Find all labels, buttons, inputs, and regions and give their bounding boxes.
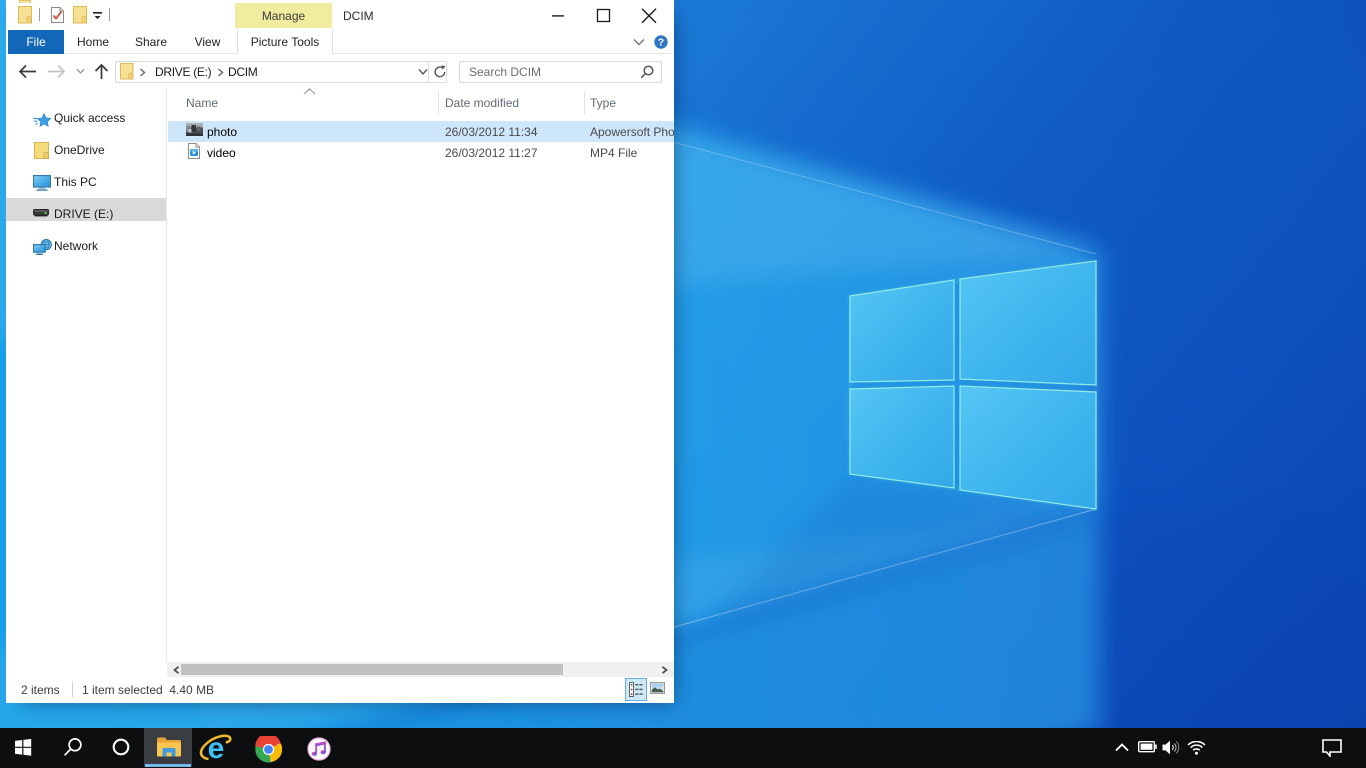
svg-text:?: ? <box>658 37 664 49</box>
svg-text:e: e <box>208 734 225 762</box>
